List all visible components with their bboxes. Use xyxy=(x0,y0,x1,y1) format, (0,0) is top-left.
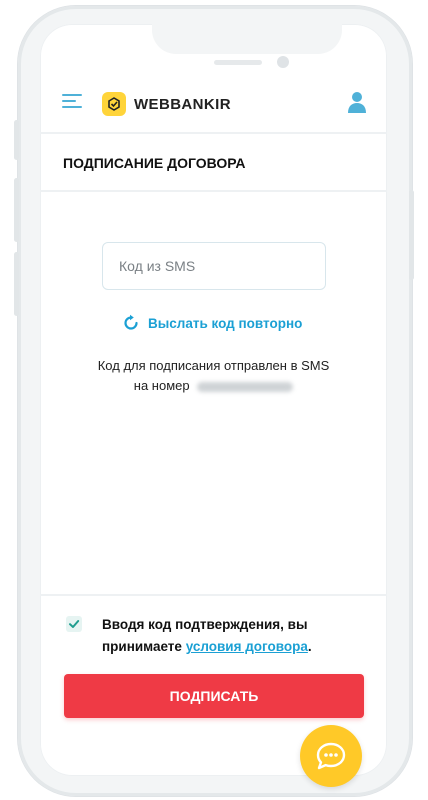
chat-bubble-icon xyxy=(316,742,346,770)
consent-checkbox[interactable] xyxy=(66,616,82,632)
checkmark-icon xyxy=(69,620,80,628)
phone-camera xyxy=(277,56,289,68)
brand-logo[interactable]: WEBBANKIR xyxy=(102,92,231,116)
refresh-icon xyxy=(124,314,138,330)
resend-code-label: Выслать код повторно xyxy=(148,315,303,331)
chat-button[interactable] xyxy=(300,725,362,787)
phone-side-button xyxy=(409,190,414,280)
brand-name: WEBBANKIR xyxy=(134,95,231,113)
sms-code-input[interactable] xyxy=(102,242,326,290)
consent-text-end: . xyxy=(307,639,312,654)
phone-speaker xyxy=(214,60,262,65)
phone-side-button xyxy=(14,120,19,160)
phone-screen: WEBBANKIR ПОДПИСАНИЕ ДОГОВОРА Выслать ко… xyxy=(40,24,387,776)
logo-icon xyxy=(102,92,126,116)
user-icon[interactable] xyxy=(347,90,367,114)
resend-code-link[interactable]: Выслать код повторно xyxy=(122,314,302,332)
hamburger-menu-icon[interactable] xyxy=(62,94,82,108)
consent-text: Вводя код подтверждения, вы принимаете у… xyxy=(102,614,372,658)
page-title-bar: ПОДПИСАНИЕ ДОГОВОРА xyxy=(40,134,387,192)
phone-side-button xyxy=(14,252,19,316)
app-header: WEBBANKIR xyxy=(40,70,387,134)
sms-info-line: Код для подписания отправлен в SMS xyxy=(97,358,330,373)
sms-info-line-2: на номер xyxy=(40,376,387,396)
contract-terms-link[interactable]: условия договора xyxy=(186,639,308,654)
phone-notch xyxy=(152,24,342,54)
phone-number-prefix: на номер xyxy=(133,378,190,393)
page-title: ПОДПИСАНИЕ ДОГОВОРА xyxy=(63,155,246,171)
sign-button[interactable]: ПОДПИСАТЬ xyxy=(64,674,364,718)
sms-info-text: Код для подписания отправлен в SMS на но… xyxy=(40,356,387,396)
blurred-phone-number xyxy=(197,381,294,392)
divider xyxy=(40,594,387,596)
phone-side-button xyxy=(14,178,19,242)
